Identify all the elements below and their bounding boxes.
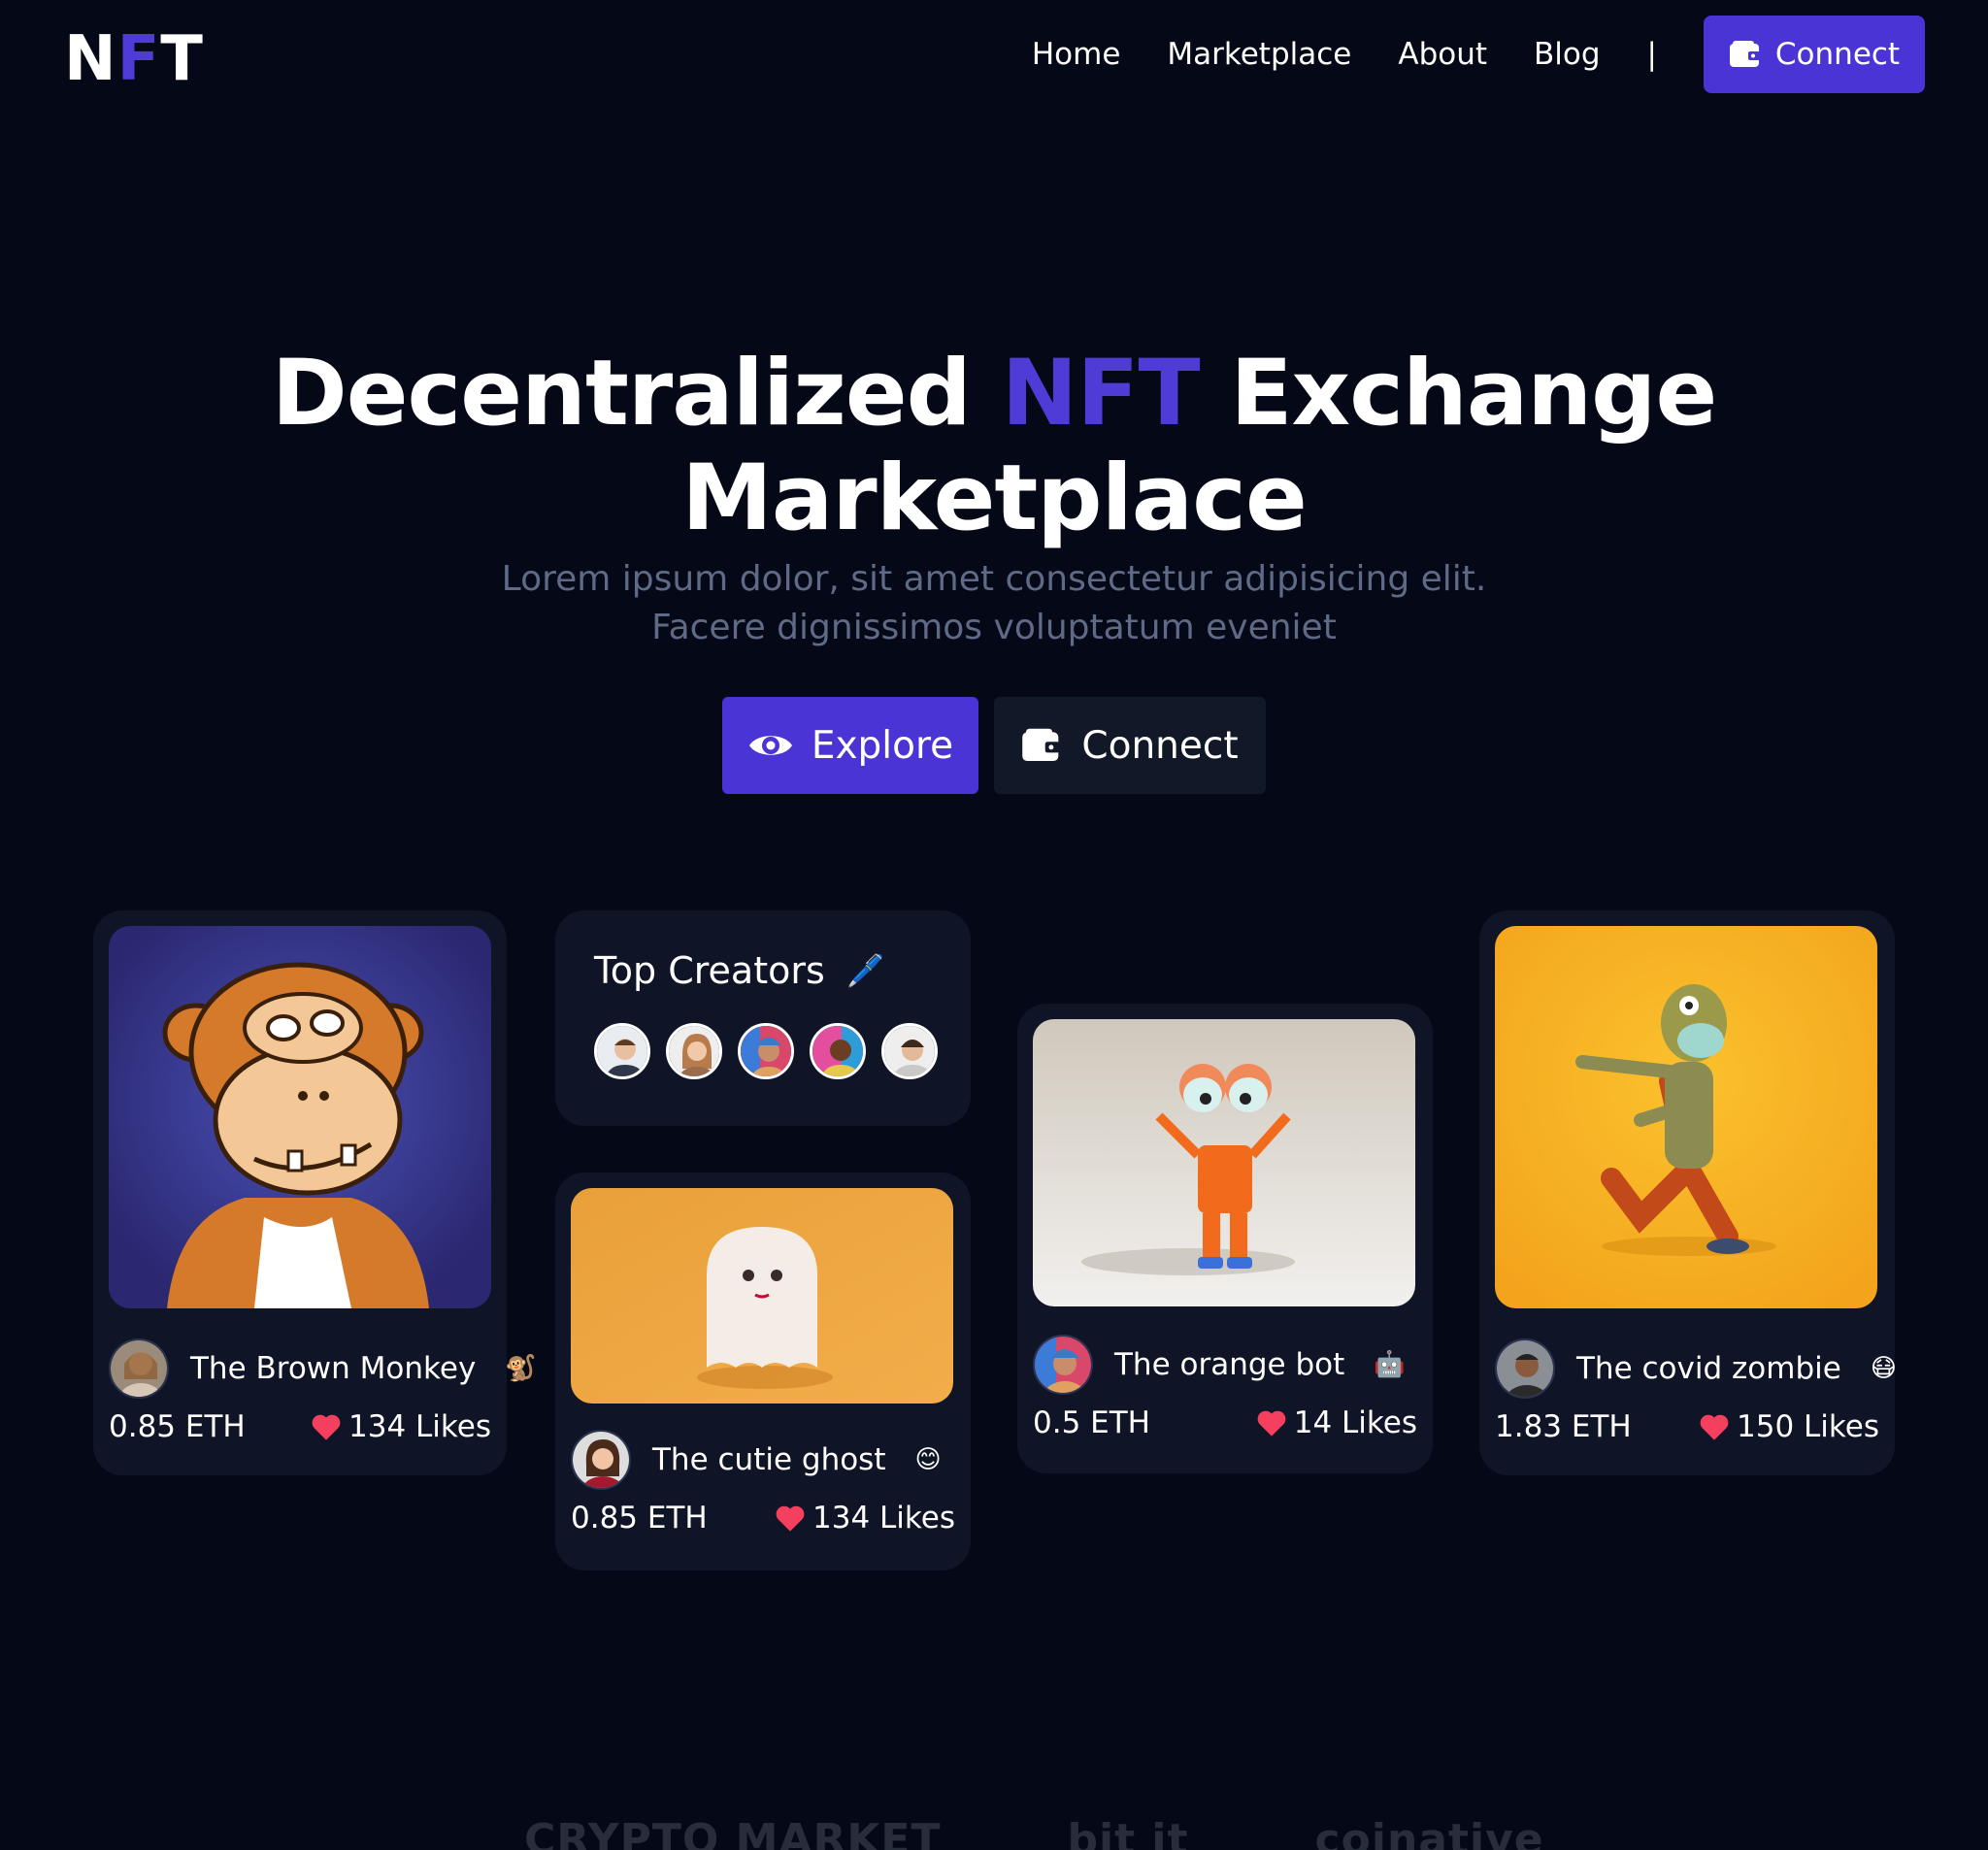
partner-logos: CRYPTO MARKET bit it coinative (524, 1815, 1544, 1850)
connect-label-hero: Connect (1081, 723, 1239, 768)
connect-button-hero[interactable]: Connect (994, 697, 1266, 794)
hero-subtitle: Lorem ipsum dolor, sit amet consectetur … (501, 559, 1487, 647)
partner-logo-coinative: coinative (1314, 1815, 1544, 1850)
nav-link-marketplace[interactable]: Marketplace (1167, 37, 1351, 72)
creator-avatar[interactable] (109, 1338, 169, 1399)
hero-title: Decentralized NFT Exchange Marketplace (0, 342, 1988, 551)
mask-emoji-icon: 😷 (1870, 1354, 1897, 1383)
likes-label: 14 Likes (1293, 1405, 1417, 1440)
likes-label: 150 Likes (1737, 1409, 1879, 1444)
connect-button-nav[interactable]: Connect (1704, 16, 1925, 93)
main-nav: Home Marketplace About Blog | Connect (985, 16, 1925, 93)
nav-link-about[interactable]: About (1398, 37, 1487, 72)
nft-name: The Brown Monkey (190, 1351, 477, 1386)
nav-separator: | (1646, 37, 1657, 72)
heart-icon (312, 1414, 341, 1440)
nft-price: 0.5 ETH (1033, 1405, 1150, 1440)
pen-icon: 🖊️ (845, 952, 885, 989)
nft-image-ghost (571, 1188, 953, 1404)
nft-price: 1.83 ETH (1495, 1409, 1632, 1444)
nft-name: The orange bot (1114, 1347, 1345, 1382)
hero-title-line2: Marketplace (681, 446, 1307, 551)
heart-icon (1700, 1414, 1729, 1440)
hero-buttons: Explore Connect (722, 697, 1266, 794)
explore-label: Explore (811, 723, 954, 768)
smile-emoji-icon: 😊 (914, 1445, 942, 1474)
logo-letter-t: T (160, 23, 204, 95)
creator-avatar-4[interactable] (810, 1023, 866, 1079)
likes-label: 134 Likes (348, 1409, 491, 1444)
connect-label-nav: Connect (1774, 37, 1901, 72)
eye-icon (748, 736, 792, 755)
robot-emoji-icon: 🤖 (1374, 1350, 1406, 1379)
nft-price: 0.85 ETH (109, 1409, 246, 1444)
likes-count[interactable]: 134 Likes (774, 1501, 955, 1536)
likes-count[interactable]: 134 Likes (310, 1409, 491, 1444)
wallet-icon (1022, 728, 1060, 762)
creator-avatar-5[interactable] (881, 1023, 938, 1079)
likes-label: 134 Likes (812, 1501, 955, 1536)
creator-avatar-3[interactable] (738, 1023, 794, 1079)
nav-link-home[interactable]: Home (1032, 37, 1121, 72)
creator-avatar[interactable] (1033, 1335, 1093, 1395)
top-creators-avatars (594, 1023, 938, 1079)
partner-logo-crypto-market: CRYPTO MARKET (524, 1815, 942, 1850)
creator-avatar-1[interactable] (594, 1023, 650, 1079)
logo-letter-n: N (64, 23, 117, 95)
nft-card-orange-bot[interactable]: The orange bot 🤖 0.5 ETH 14 Likes (1017, 1004, 1433, 1473)
logo[interactable]: NFT (64, 25, 204, 93)
creator-avatar[interactable] (1495, 1338, 1555, 1399)
top-creators-title: Top Creators (594, 949, 825, 992)
partner-logo-bit-it: bit it (1067, 1815, 1189, 1850)
nft-price: 0.85 ETH (571, 1501, 708, 1536)
likes-count[interactable]: 150 Likes (1698, 1409, 1879, 1444)
hero-title-accent: NFT (1001, 341, 1201, 446)
nav-link-blog[interactable]: Blog (1534, 37, 1601, 72)
nft-card-cutie-ghost[interactable]: The cutie ghost 😊 0.85 ETH 134 Likes (555, 1173, 971, 1570)
hero-title-part2: Exchange (1230, 341, 1717, 446)
heart-icon (1257, 1410, 1286, 1437)
nft-image-monkey (109, 926, 491, 1308)
creator-avatar-2[interactable] (666, 1023, 722, 1079)
heart-icon (776, 1505, 805, 1532)
creator-avatar[interactable] (571, 1430, 631, 1490)
logo-letter-f: F (116, 23, 161, 95)
nft-image-orange-bot (1033, 1019, 1415, 1306)
hero-title-part1: Decentralized (271, 341, 972, 446)
nft-name: The covid zombie (1576, 1351, 1841, 1386)
nft-card-covid-zombie[interactable]: The covid zombie 😷 1.83 ETH 150 Likes (1479, 910, 1897, 1475)
nft-image-zombie (1495, 926, 1877, 1308)
top-creators-card: Top Creators 🖊️ (555, 910, 971, 1126)
likes-count[interactable]: 14 Likes (1255, 1405, 1417, 1440)
explore-button[interactable]: Explore (722, 697, 978, 794)
monkey-emoji-icon: 🐒 (505, 1354, 537, 1383)
nft-name: The cutie ghost (652, 1442, 886, 1477)
wallet-icon (1729, 41, 1760, 67)
nft-card-brown-monkey[interactable]: The Brown Monkey 🐒 0.85 ETH 134 Likes (93, 910, 537, 1475)
